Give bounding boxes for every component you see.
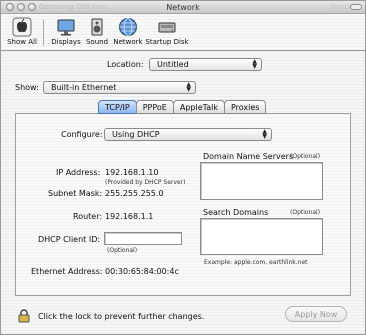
- configure-label: Configure:: [61, 130, 103, 139]
- location-value: Untitled: [157, 60, 189, 69]
- dhcp-client-id-value: [105, 233, 108, 242]
- toolbar-startup-disk[interactable]: Startup Disk: [145, 17, 189, 46]
- subnet-mask-value: 255.255.255.0: [105, 189, 164, 198]
- location-label: Location:: [107, 60, 144, 69]
- location-popup[interactable]: Untitled ▲ ▼: [149, 58, 262, 71]
- network-preferences-window: Gentoorgr OSK/nov Network MacOSX Show Al…: [0, 0, 366, 335]
- ethernet-address-value: 00:30:65:84:00:4c: [105, 267, 179, 276]
- tab-tcpip[interactable]: TCP/IP: [98, 100, 137, 114]
- tab-bar: TCP/IP PPPoE AppleTalk Proxies: [98, 100, 267, 114]
- apple-icon: [12, 17, 32, 37]
- tab-proxies[interactable]: Proxies: [223, 100, 267, 114]
- tab-pppoe[interactable]: PPPoE: [135, 100, 174, 114]
- ip-address-label: IP Address:: [56, 168, 101, 177]
- toolbar-label-show-all: Show All: [7, 38, 37, 46]
- ip-address-note: (Provided by DHCP Server): [105, 179, 186, 186]
- displays-icon: [57, 19, 75, 36]
- subnet-mask-label: Subnet Mask:: [48, 189, 103, 198]
- show-value: Built-in Ethernet: [51, 83, 117, 92]
- toolbar-label-startup-disk: Startup Disk: [145, 38, 189, 46]
- dhcp-client-id-note: (Optional): [107, 247, 138, 254]
- dhcp-client-id-field[interactable]: [104, 232, 182, 245]
- configure-popup[interactable]: Using DHCP ▲ ▼: [104, 128, 272, 141]
- toolbar-network[interactable]: Network: [110, 17, 146, 46]
- tab-appletalk[interactable]: AppleTalk: [172, 100, 225, 114]
- search-domains-optional-note: (Optional): [290, 209, 321, 216]
- toolbar-show-all[interactable]: Show All: [4, 17, 40, 46]
- show-popup[interactable]: Built-in Ethernet ▲ ▼: [43, 81, 196, 94]
- ethernet-address-label: Ethernet Address:: [31, 267, 103, 276]
- router-value: 192.168.1.1: [105, 212, 154, 221]
- lock-icon[interactable]: [18, 309, 30, 323]
- dns-label: Domain Name Servers: [203, 152, 294, 161]
- window-title: Network: [166, 3, 200, 12]
- network-icon: [119, 18, 137, 36]
- dhcp-client-id-label: DHCP Client ID:: [38, 235, 101, 244]
- apply-now-button[interactable]: Apply Now: [285, 306, 347, 322]
- startup-disk-icon: [158, 22, 176, 33]
- dns-servers-field[interactable]: [200, 162, 323, 200]
- search-domains-label: Search Domains: [203, 208, 269, 217]
- router-label: Router:: [73, 212, 103, 221]
- popup-arrows-icon: ▲ ▼: [186, 81, 191, 93]
- ip-address-value: 192.168.1.10: [105, 168, 159, 177]
- search-domains-example: Example: apple.com, earthlink.net: [204, 259, 308, 266]
- toolbar-toggle-button[interactable]: [350, 4, 362, 10]
- toolbar-label-network: Network: [113, 38, 143, 46]
- toolbar-separator: [43, 20, 44, 46]
- popup-arrows-icon: ▲ ▼: [262, 128, 267, 140]
- title-bar: Gentoorgr OSK/nov Network MacOSX: [1, 1, 365, 14]
- popup-arrows-icon: ▲ ▼: [252, 58, 257, 70]
- search-domains-field[interactable]: [200, 218, 323, 255]
- show-label: Show:: [15, 83, 39, 92]
- configure-value: Using DHCP: [112, 130, 160, 139]
- dns-optional-note: (Optional): [290, 153, 321, 160]
- lock-message: Click the lock to prevent further change…: [38, 312, 205, 321]
- toolbar: Show All Displays Sound Network Startup …: [1, 14, 365, 51]
- sound-icon: [91, 18, 103, 36]
